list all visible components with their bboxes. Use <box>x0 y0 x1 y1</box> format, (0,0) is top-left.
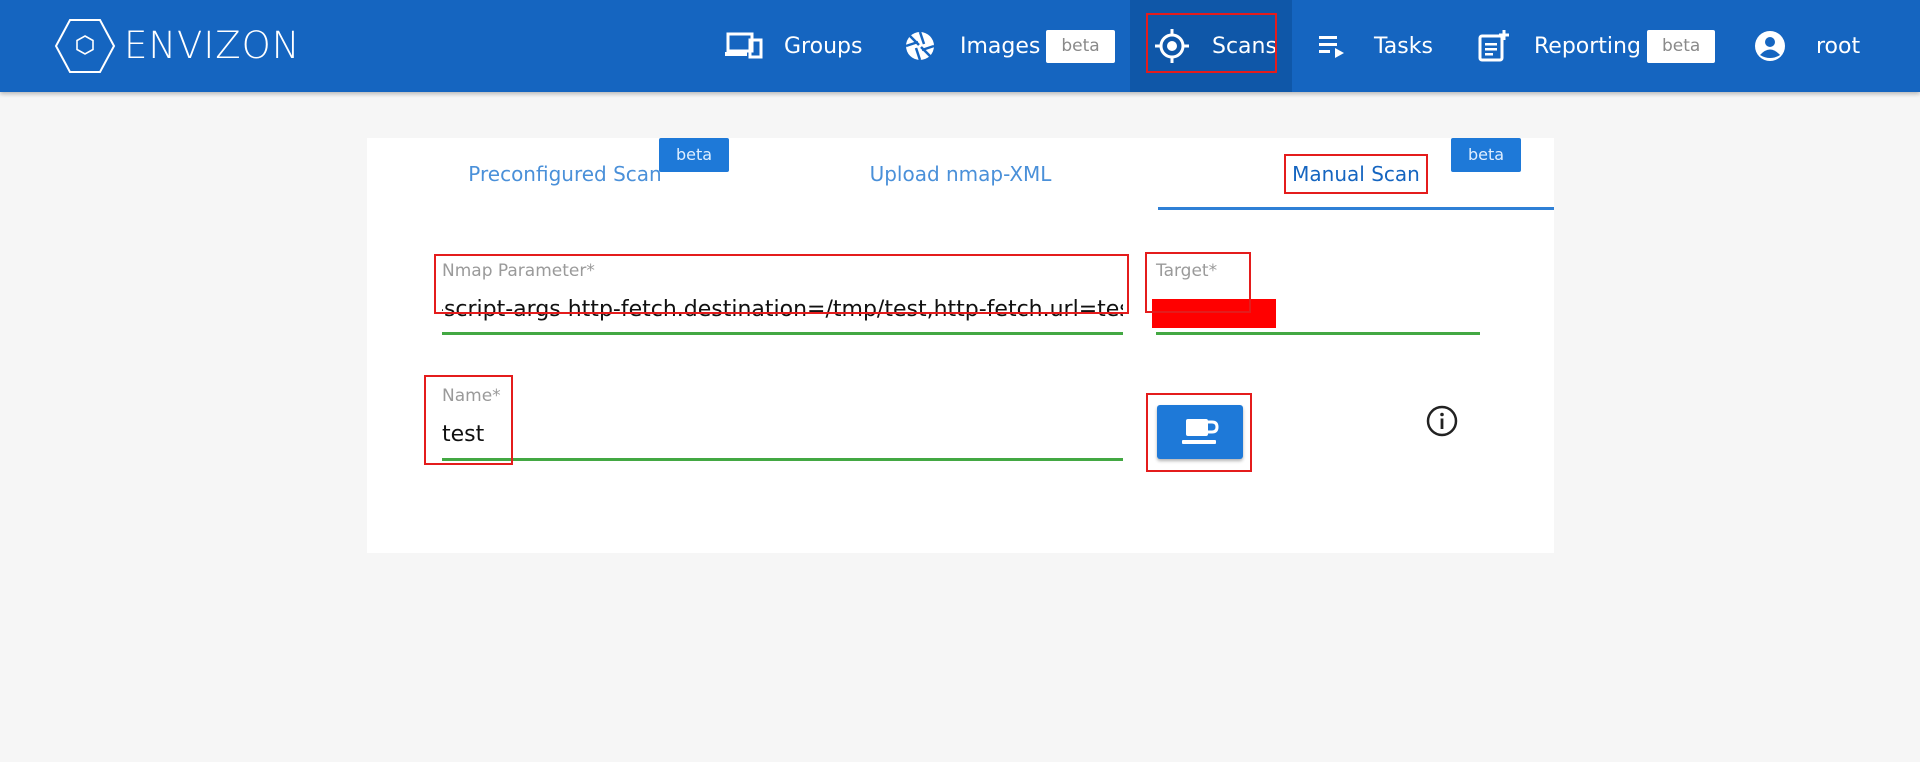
target-label: Target* <box>1156 261 1218 281</box>
tab-upload-nmap-xml[interactable]: Upload nmap-XML <box>763 138 1158 210</box>
nav-scans-label: Scans <box>1212 33 1277 59</box>
reporting-beta-badge: beta <box>1646 29 1716 63</box>
scan-card: Preconfigured Scan beta Upload nmap-XML … <box>367 138 1554 553</box>
nav-scans[interactable]: Scans <box>1130 0 1292 92</box>
redacted-target-value <box>1152 299 1276 328</box>
name-field[interactable]: Name* test <box>442 386 1124 461</box>
tab-upload-label: Upload nmap-XML <box>869 162 1052 186</box>
nav-user[interactable]: root <box>1754 0 1860 92</box>
devices-icon <box>722 31 766 61</box>
playlist-play-icon <box>1318 34 1348 58</box>
images-beta-badge: beta <box>1046 29 1115 63</box>
camera-aperture-icon <box>902 30 938 62</box>
coffee-icon <box>1182 419 1219 444</box>
nmap-parameter-label: Nmap Parameter* <box>442 261 595 281</box>
app-logo[interactable]: ENVIZON <box>54 17 300 75</box>
tab-preconfigured-label: Preconfigured Scan <box>468 162 662 186</box>
nav-groups[interactable]: Groups <box>722 0 862 92</box>
target-underline <box>1156 332 1480 335</box>
nav-groups-label: Groups <box>784 33 863 59</box>
active-tab-indicator <box>1158 207 1554 210</box>
preconfigured-beta-badge: beta <box>659 138 730 172</box>
nmap-parameter-input[interactable]: -script-args http-fetch.destination=/tmp… <box>442 297 1123 322</box>
account-circle-icon <box>1754 30 1786 62</box>
logo-text: ENVIZON <box>124 24 301 67</box>
name-input[interactable]: test <box>442 422 1123 447</box>
nav-tasks[interactable]: Tasks <box>1318 0 1433 92</box>
nav-tasks-label: Tasks <box>1374 33 1433 59</box>
nmap-parameter-field[interactable]: Nmap Parameter* -script-args http-fetch.… <box>442 261 1124 335</box>
nav-images[interactable]: Images beta <box>902 0 1115 92</box>
top-navbar: ENVIZON Groups Images beta Scans Tasks R… <box>0 0 1920 92</box>
name-underline <box>442 458 1123 461</box>
name-label: Name* <box>442 386 501 406</box>
manual-beta-badge: beta <box>1451 138 1522 172</box>
nmap-parameter-underline <box>442 332 1123 335</box>
info-icon[interactable] <box>1426 405 1458 437</box>
note-add-icon <box>1478 30 1510 62</box>
tab-manual-label: Manual Scan <box>1284 154 1428 194</box>
crosshair-icon <box>1154 29 1190 63</box>
target-field[interactable]: Target* <box>1152 261 1480 335</box>
nav-images-label: Images <box>960 33 1041 59</box>
nav-user-label: root <box>1816 33 1861 59</box>
start-scan-button[interactable] <box>1157 405 1243 459</box>
nav-reporting-label: Reporting <box>1534 33 1641 59</box>
nav-reporting[interactable]: Reporting beta <box>1478 0 1716 92</box>
hexagon-logo-icon <box>54 19 116 73</box>
